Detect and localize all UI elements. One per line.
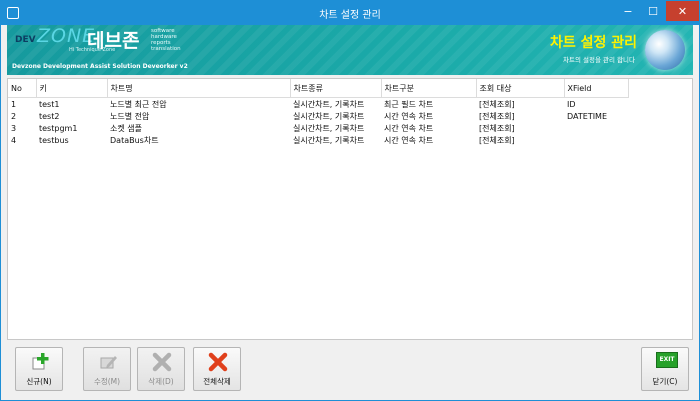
delete-all-button[interactable]: 전체삭제 bbox=[193, 347, 241, 391]
exit-icon: EXIT bbox=[656, 352, 678, 368]
close-window-button[interactable]: ✕ bbox=[666, 1, 699, 21]
add-document-icon bbox=[32, 353, 49, 370]
cell-chart-type: 실시간차트, 기록차트 bbox=[293, 111, 365, 121]
cell-chart-name: 노드별 최근 전압 bbox=[110, 99, 167, 109]
table-row[interactable]: 3 testpgm1 소켓 샘플 실시간차트, 기록차트 시간 연속 차트 [전… bbox=[8, 122, 628, 134]
cell-query-target: [전체조회] bbox=[479, 111, 515, 121]
cell-no: 1 bbox=[11, 99, 17, 109]
cell-xfield: DATETIME bbox=[567, 111, 608, 121]
column-header-key[interactable]: 키 bbox=[36, 79, 108, 98]
close-button-label: 닫기(C) bbox=[652, 377, 678, 386]
cell-key: testpgm1 bbox=[39, 123, 78, 133]
logo-subtitle: Devzone Development Assist Solution Deve… bbox=[12, 63, 188, 70]
cell-no: 4 bbox=[11, 135, 17, 145]
cell-no: 2 bbox=[11, 111, 17, 121]
column-header-no[interactable]: No bbox=[8, 79, 37, 98]
logo-words: software hardware reports translation bbox=[151, 28, 181, 52]
chart-settings-window: 차트 설정 관리 − ☐ ✕ DEV ZONE Hi Technique Zon… bbox=[0, 0, 700, 401]
cell-key: testbus bbox=[39, 135, 69, 145]
column-header-xfield[interactable]: XField bbox=[564, 79, 629, 98]
edit-icon bbox=[100, 356, 117, 369]
column-header-chart-name[interactable]: 차트명 bbox=[107, 79, 291, 98]
logo-korean-text: 데브존 bbox=[87, 30, 140, 52]
edit-button[interactable]: 수정(M) bbox=[83, 347, 131, 391]
cell-chart-category: 시간 연속 차트 bbox=[384, 123, 434, 133]
delete-button[interactable]: 삭제(D) bbox=[137, 347, 185, 391]
column-header-chart-type[interactable]: 차트종류 bbox=[290, 79, 382, 98]
cell-chart-name: 노드별 전압 bbox=[110, 111, 150, 121]
bottom-toolbar: 신규(N) 수정(M) 삭제(D) 전체삭제 EXIT 닫기(C) bbox=[7, 342, 693, 396]
cell-query-target: [전체조회] bbox=[479, 99, 515, 109]
table-row[interactable]: 1 test1 노드별 최근 전압 실시간차트, 기록차트 최근 필드 차트 [… bbox=[8, 98, 628, 111]
banner-subtitle: 차트의 설정을 관리 합니다 bbox=[563, 56, 635, 64]
header-banner: DEV ZONE Hi Technique Zone 데브존 software … bbox=[7, 25, 693, 75]
table-row[interactable]: 2 test2 노드별 전압 실시간차트, 기록차트 시간 연속 차트 [전체조… bbox=[8, 110, 628, 122]
table-header-row: No 키 차트명 차트종류 차트구분 조회 대상 XField bbox=[8, 79, 629, 98]
cell-chart-name: DataBus차트 bbox=[110, 135, 159, 145]
chart-list-grid[interactable]: No 키 차트명 차트종류 차트구분 조회 대상 XField 1 test1 … bbox=[7, 78, 693, 340]
cell-query-target: [전체조회] bbox=[479, 123, 515, 133]
delete-icon bbox=[152, 352, 172, 372]
cell-chart-category: 최근 필드 차트 bbox=[384, 99, 434, 109]
cell-key: test2 bbox=[39, 111, 60, 121]
logo-word: translation bbox=[151, 46, 181, 52]
cell-chart-type: 실시간차트, 기록차트 bbox=[293, 99, 365, 109]
delete-all-icon bbox=[208, 352, 228, 372]
cell-chart-category: 시간 연속 차트 bbox=[384, 135, 434, 145]
logo-dev-text: DEV bbox=[15, 35, 36, 45]
delete-button-label: 삭제(D) bbox=[148, 377, 174, 386]
cell-xfield bbox=[564, 122, 628, 134]
globe-icon bbox=[645, 30, 685, 70]
window-title: 차트 설정 관리 bbox=[319, 10, 381, 21]
close-button[interactable]: EXIT 닫기(C) bbox=[641, 347, 689, 391]
new-button-label: 신규(N) bbox=[26, 377, 52, 386]
title-bar[interactable]: 차트 설정 관리 − ☐ ✕ bbox=[1, 1, 699, 25]
banner-title: 차트 설정 관리 bbox=[549, 35, 637, 51]
table-row[interactable]: 4 testbus DataBus차트 실시간차트, 기록차트 시간 연속 차트… bbox=[8, 134, 628, 146]
cell-chart-type: 실시간차트, 기록차트 bbox=[293, 123, 365, 133]
cell-query-target: [전체조회] bbox=[479, 135, 515, 145]
maximize-button[interactable]: ☐ bbox=[641, 1, 665, 21]
minimize-button[interactable]: − bbox=[616, 1, 640, 21]
cell-chart-name: 소켓 샘플 bbox=[110, 123, 142, 133]
cell-chart-type: 실시간차트, 기록차트 bbox=[293, 135, 365, 145]
edit-button-label: 수정(M) bbox=[93, 377, 121, 386]
new-button[interactable]: 신규(N) bbox=[15, 347, 63, 391]
cell-xfield bbox=[564, 134, 628, 146]
cell-no: 3 bbox=[11, 123, 17, 133]
column-header-chart-category[interactable]: 차트구분 bbox=[381, 79, 477, 98]
cell-xfield: ID bbox=[567, 99, 576, 109]
cell-key: test1 bbox=[39, 99, 60, 109]
delete-all-button-label: 전체삭제 bbox=[203, 377, 231, 386]
chart-table: No 키 차트명 차트종류 차트구분 조회 대상 XField 1 test1 … bbox=[8, 79, 629, 146]
cell-chart-category: 시간 연속 차트 bbox=[384, 111, 434, 121]
column-header-query-target[interactable]: 조회 대상 bbox=[476, 79, 565, 98]
